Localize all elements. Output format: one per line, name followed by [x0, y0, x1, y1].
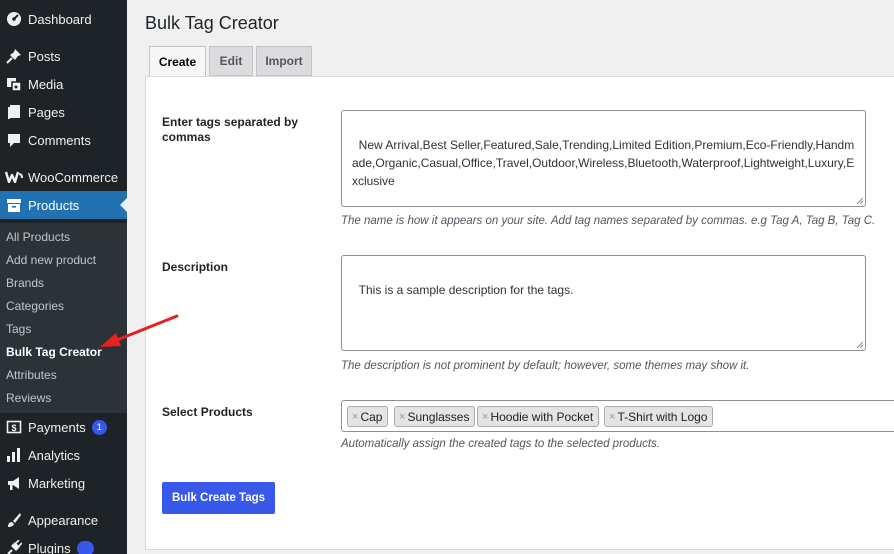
tags-label: Enter tags separated by commas: [162, 115, 299, 144]
megaphone-icon: [5, 474, 23, 492]
products-multiselect[interactable]: × Cap × Sunglasses × Hoodie with Pocket …: [341, 400, 894, 432]
submenu-attributes[interactable]: Attributes: [6, 368, 57, 382]
description-textarea[interactable]: This is a sample description for the tag…: [341, 255, 866, 351]
resize-grip-icon[interactable]: [855, 196, 863, 204]
menu-products[interactable]: Products: [0, 191, 127, 219]
menu-media[interactable]: Media: [0, 70, 127, 98]
payments-icon: $: [5, 418, 23, 436]
comment-icon: [5, 131, 23, 149]
tags-textarea[interactable]: New Arrival,Best Seller,Featured,Sale,Tr…: [341, 110, 866, 207]
menu-analytics[interactable]: Analytics: [0, 441, 127, 469]
plugin-icon: [5, 539, 23, 554]
admin-sidebar: Dashboard Posts Media Pages Comments Woo…: [0, 0, 127, 554]
submenu-add-new-product[interactable]: Add new product: [6, 253, 96, 267]
menu-dashboard[interactable]: Dashboard: [0, 5, 127, 33]
pin-icon: [5, 47, 23, 65]
brush-icon: [5, 511, 23, 529]
menu-posts[interactable]: Posts: [0, 42, 127, 70]
submenu-brands[interactable]: Brands: [6, 276, 44, 290]
products-label: Select Products: [162, 405, 253, 419]
chip-remove-icon[interactable]: ×: [482, 411, 488, 423]
menu-appearance[interactable]: Appearance: [0, 506, 127, 534]
analytics-icon: [5, 446, 23, 464]
chip-remove-icon[interactable]: ×: [609, 411, 615, 423]
pages-icon: [5, 103, 23, 121]
product-chip: × Cap: [347, 406, 389, 427]
submenu-all-products[interactable]: All Products: [6, 230, 70, 244]
products-help-text: Automatically assign the created tags to…: [341, 438, 660, 450]
submenu-reviews[interactable]: Reviews: [6, 391, 51, 405]
dashboard-icon: [5, 10, 23, 28]
tags-help-text: The name is how it appears on your site.…: [341, 215, 876, 227]
menu-comments[interactable]: Comments: [0, 126, 127, 154]
page-title: Bulk Tag Creator: [145, 13, 279, 33]
chip-remove-icon[interactable]: ×: [352, 411, 358, 423]
description-textarea-value: This is a sample description for the tag…: [358, 283, 574, 297]
menu-plugins[interactable]: Plugins: [0, 534, 127, 554]
products-submenu: All Products Add new product Brands Cate…: [0, 223, 127, 413]
submenu-bulk-tag-creator[interactable]: Bulk Tag Creator: [6, 345, 102, 359]
media-icon: [5, 75, 23, 93]
resize-grip-icon[interactable]: [855, 340, 863, 348]
plugins-update-badge: [76, 540, 94, 554]
svg-text:$: $: [11, 423, 16, 433]
menu-marketing[interactable]: Marketing: [0, 469, 127, 497]
menu-payments[interactable]: $ Payments 1: [0, 413, 127, 441]
tab-import[interactable]: Import: [256, 46, 312, 76]
tab-edit[interactable]: Edit: [209, 46, 253, 76]
chip-remove-icon[interactable]: ×: [399, 411, 405, 423]
product-chip: × T-Shirt with Logo: [604, 406, 714, 427]
woo-icon: [5, 168, 23, 186]
description-label: Description: [162, 260, 229, 274]
payments-count-badge: 1: [91, 419, 107, 435]
tags-textarea-value: New Arrival,Best Seller,Featured,Sale,Tr…: [352, 138, 855, 188]
submenu-tags[interactable]: Tags: [6, 322, 31, 336]
menu-woocommerce[interactable]: WooCommerce: [0, 163, 127, 191]
submenu-categories[interactable]: Categories: [6, 299, 64, 313]
archive-icon: [5, 196, 23, 214]
product-chip: × Hoodie with Pocket: [477, 406, 600, 427]
tab-create[interactable]: Create: [149, 46, 206, 77]
menu-pages[interactable]: Pages: [0, 98, 127, 126]
product-chip: × Sunglasses: [394, 406, 476, 427]
description-help-text: The description is not prominent by defa…: [341, 360, 750, 372]
bulk-create-tags-button[interactable]: Bulk Create Tags: [162, 482, 275, 514]
